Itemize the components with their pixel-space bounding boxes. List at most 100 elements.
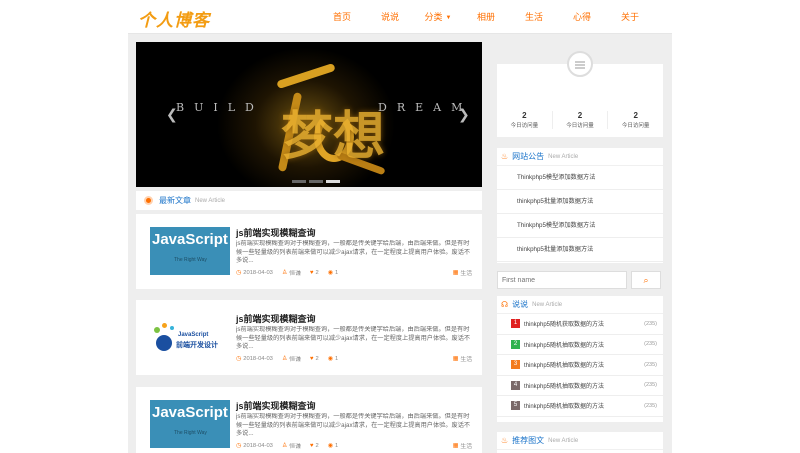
user-icon: ♙ bbox=[281, 270, 288, 276]
avatar[interactable] bbox=[567, 51, 593, 77]
chevron-down-icon: ▼ bbox=[445, 14, 452, 21]
next-arrow-icon[interactable]: ❯ bbox=[458, 106, 470, 123]
rank-badge: 2 bbox=[511, 339, 520, 349]
stat-item: 2 今日访问量 bbox=[497, 111, 552, 129]
eye-icon: ◉ bbox=[327, 270, 333, 276]
banner-carousel[interactable]: 梦想 BUILD DREAM ❮ ❯ bbox=[136, 42, 482, 187]
hot-item-count: (235) bbox=[644, 341, 657, 348]
hot-list-item[interactable]: 1 thinkphp5随机获取数据的方法 (235) bbox=[497, 314, 663, 335]
circle-icon bbox=[144, 196, 153, 205]
nav-about[interactable]: 关于 bbox=[606, 0, 654, 34]
article-title[interactable]: js前端实现模糊查询 bbox=[236, 399, 316, 412]
carousel-dot[interactable] bbox=[292, 180, 306, 183]
stat-value: 2 bbox=[577, 111, 583, 120]
article-likes: 2 bbox=[315, 269, 319, 276]
hot-item-label: thinkphp5随机抽取数据的方法 bbox=[524, 363, 605, 370]
logo-dot bbox=[170, 326, 174, 330]
notice-subtitle: New Article bbox=[548, 153, 579, 160]
site-logo[interactable]: 个人博客 bbox=[138, 6, 210, 31]
notice-item[interactable]: thinkphp5批量添加数据方法 bbox=[497, 238, 663, 262]
nav-life[interactable]: 生活 bbox=[510, 0, 558, 34]
clock-icon: ◷ bbox=[236, 270, 242, 276]
thumb-subtitle: The Right Way bbox=[174, 257, 207, 263]
search-input[interactable] bbox=[497, 271, 627, 289]
rank-badge: 5 bbox=[511, 401, 520, 411]
hot-list-item[interactable]: 2 thinkphp5随机抽取数据的方法 (235) bbox=[497, 335, 663, 355]
notice-header: ♨ 网站公告 New Article bbox=[497, 148, 663, 166]
article-tag[interactable]: 生活 bbox=[460, 441, 472, 450]
notice-card: ♨ 网站公告 New Article Thinkphp5模型添加数据方法 thi… bbox=[497, 148, 663, 263]
carousel-dots bbox=[292, 180, 340, 183]
stat-value: 2 bbox=[522, 111, 527, 120]
nav-talk[interactable]: 说说 bbox=[366, 0, 414, 34]
latest-articles-subtitle: New Article bbox=[195, 197, 226, 204]
carousel-dot-active[interactable] bbox=[326, 180, 340, 183]
hot-item-label: thinkphp5随机抽取数据的方法 bbox=[524, 383, 605, 390]
article-tag[interactable]: 生活 bbox=[460, 354, 472, 363]
article-views: 1 bbox=[334, 355, 339, 362]
main-nav: 首页 说说 分类 ▼ 相册 生活 心得 关于 bbox=[318, 0, 654, 34]
banner-subtext-left: BUILD bbox=[176, 101, 264, 114]
notice-item[interactable]: thinkphp5批量添加数据方法 bbox=[497, 190, 663, 214]
menu-icon bbox=[575, 67, 585, 69]
tag-icon: ▦ bbox=[452, 443, 459, 449]
hot-item-count: (235) bbox=[644, 402, 657, 409]
article-thumbnail[interactable]: JavaScript The Right Way bbox=[150, 400, 230, 448]
nav-category-label: 分类 bbox=[424, 12, 443, 22]
article-author[interactable]: 恒谦 bbox=[289, 354, 301, 363]
hot-list-subtitle: New Article bbox=[532, 301, 563, 308]
heart-icon[interactable]: ♥ bbox=[310, 443, 314, 449]
eye-icon: ◉ bbox=[327, 356, 333, 362]
heart-icon[interactable]: ♥ bbox=[310, 356, 314, 362]
latest-articles-title: 最新文章 bbox=[159, 196, 191, 205]
article-thumbnail[interactable]: JavaScript 前端开发设计 bbox=[150, 313, 230, 361]
carousel-dot[interactable] bbox=[309, 180, 323, 183]
thumb-title: JavaScript bbox=[178, 332, 209, 338]
stat-value: 2 bbox=[633, 111, 638, 120]
article-author[interactable]: 恒谦 bbox=[289, 441, 301, 450]
hot-list-card: ☊ 说说 New Article 1 thinkphp5随机获取数据的方法 (2… bbox=[497, 296, 663, 422]
article-title[interactable]: js前端实现模糊查询 bbox=[236, 312, 316, 325]
article-card[interactable]: JavaScript 前端开发设计 js前端实现模糊查询 js前端实现模糊查询对… bbox=[136, 300, 482, 375]
hot-item-label: thinkphp5随机获取数据的方法 bbox=[524, 322, 605, 329]
notice-item[interactable]: Thinkphp5模型添加数据方法 bbox=[497, 214, 663, 238]
rank-badge: 1 bbox=[511, 319, 520, 329]
search-button[interactable]: ⌕ bbox=[631, 271, 661, 289]
hot-list-item[interactable]: 3 thinkphp5随机抽取数据的方法 (235) bbox=[497, 355, 663, 376]
nav-notes[interactable]: 心得 bbox=[558, 0, 606, 34]
clock-icon: ◷ bbox=[236, 356, 242, 362]
hot-list-item[interactable]: 5 thinkphp5随机抽取数据的方法 (235) bbox=[497, 396, 663, 417]
logo-dot bbox=[162, 323, 167, 328]
article-thumbnail[interactable]: JavaScript The Right Way bbox=[150, 227, 230, 275]
heart-icon[interactable]: ♥ bbox=[310, 270, 314, 276]
article-excerpt: js前端实现模糊查询对于模糊查询，一般都是传关键字给后端，由后端来做。但是有时候… bbox=[236, 326, 471, 351]
article-views: 1 bbox=[334, 269, 339, 276]
hot-list-item[interactable]: 4 thinkphp5随机抽取数据的方法 (235) bbox=[497, 376, 663, 396]
profile-card: 2 今日访问量 2 今日访问量 2 今日访问量 bbox=[497, 42, 663, 137]
article-card[interactable]: JavaScript The Right Way js前端实现模糊查询 js前端… bbox=[136, 387, 482, 453]
article-author[interactable]: 恒谦 bbox=[289, 268, 301, 277]
article-card[interactable]: JavaScript The Right Way js前端实现模糊查询 js前端… bbox=[136, 214, 482, 289]
headphones-icon: ☊ bbox=[501, 300, 509, 309]
recommend-title: 推荐图文 bbox=[512, 436, 545, 445]
menu-icon bbox=[575, 64, 585, 66]
nav-home[interactable]: 首页 bbox=[318, 0, 366, 34]
nav-category[interactable]: 分类 ▼ bbox=[414, 0, 462, 34]
article-title[interactable]: js前端实现模糊查询 bbox=[236, 226, 316, 239]
article-meta: ◷ 2018-04-03 ♙ 恒谦 ♥ 2 ◉ 1 ▦ 生活 bbox=[236, 354, 472, 364]
menu-icon bbox=[575, 61, 585, 63]
notice-item[interactable]: Thinkphp5模型添加数据方法 bbox=[497, 166, 663, 190]
article-tag[interactable]: 生活 bbox=[460, 268, 472, 277]
rank-badge: 4 bbox=[511, 380, 520, 390]
article-date: 2018-04-03 bbox=[243, 355, 273, 362]
page: 个人博客 首页 说说 分类 ▼ 相册 生活 心得 关于 梦想 BUILD DREA… bbox=[128, 0, 672, 453]
hot-item-label: thinkphp5随机抽取数据的方法 bbox=[524, 342, 605, 349]
article-likes: 2 bbox=[315, 355, 319, 362]
nav-album[interactable]: 相册 bbox=[462, 0, 510, 34]
stat-label: 今日访问量 bbox=[621, 123, 650, 129]
tag-icon: ▦ bbox=[452, 270, 459, 276]
stat-label: 今日访问量 bbox=[566, 123, 594, 129]
search-icon: ⌕ bbox=[643, 275, 649, 285]
prev-arrow-icon[interactable]: ❮ bbox=[166, 106, 178, 123]
clock-icon: ◷ bbox=[236, 443, 242, 449]
